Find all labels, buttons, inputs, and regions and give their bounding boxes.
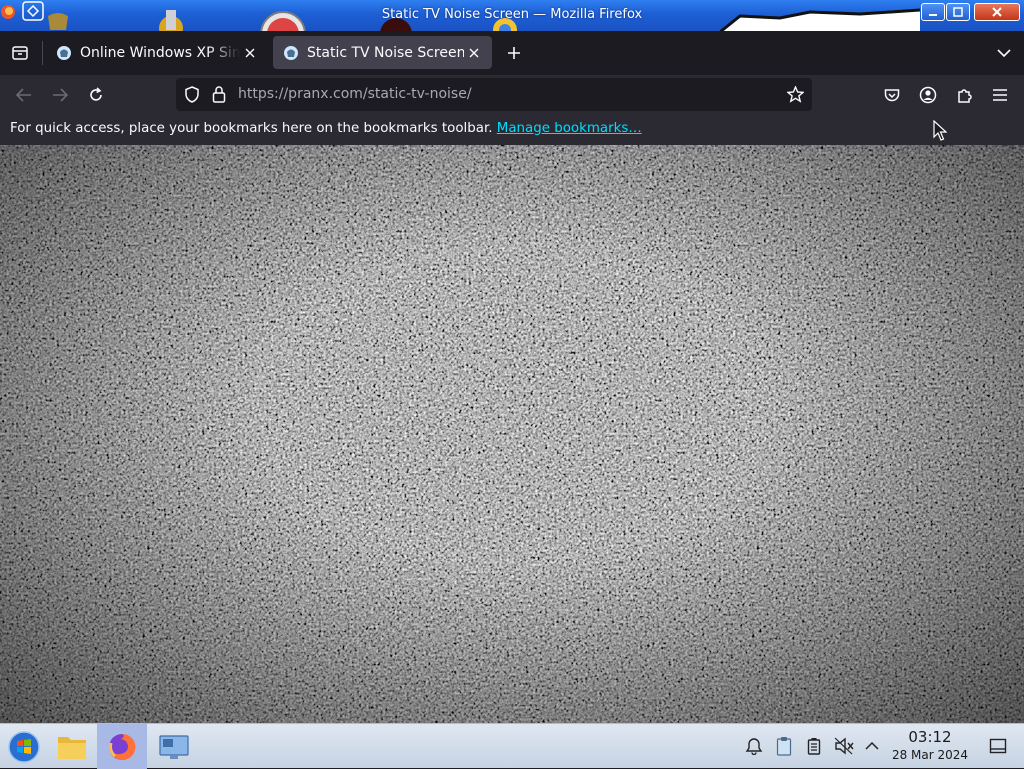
account-icon — [919, 86, 937, 104]
extensions-button[interactable] — [950, 81, 978, 109]
start-icon — [8, 730, 40, 763]
url-text[interactable]: https://pranx.com/static-tv-noise/ — [238, 86, 472, 102]
chevron-down-icon — [997, 49, 1011, 58]
taskbar-firefox[interactable] — [97, 724, 147, 769]
arrow-left-icon — [16, 88, 31, 102]
back-button[interactable] — [10, 81, 38, 109]
bookmarks-empty-message: For quick access, place your bookmarks h… — [10, 121, 642, 136]
show-desktop-button[interactable] — [988, 736, 1008, 756]
expand-tray-icon — [865, 741, 879, 750]
reload-button[interactable] — [82, 81, 110, 109]
battery-icon — [807, 738, 821, 755]
tab-online-windows-xp[interactable]: Online Windows XP Simu — [46, 36, 268, 69]
taskbar: 03:12 28 Mar 2024 — [0, 723, 1024, 769]
start-button[interactable] — [0, 724, 48, 769]
battery-tray-button[interactable] — [804, 736, 824, 756]
tab-label: Static TV Noise Screen — [307, 44, 464, 61]
clock-time[interactable]: 03:12 — [896, 728, 964, 746]
volume-tray-button[interactable] — [834, 736, 854, 756]
file-manager-icon — [58, 736, 86, 759]
maximize-button[interactable] — [946, 3, 970, 21]
plus-icon — [508, 47, 520, 59]
notifications-button[interactable] — [744, 736, 764, 756]
clipboard-icon — [776, 737, 792, 756]
manage-bookmarks-link[interactable]: Manage bookmarks… — [497, 121, 642, 136]
close-tab-button[interactable] — [464, 43, 484, 63]
show-desktop-icon — [989, 738, 1007, 754]
bookmarks-toolbar: For quick access, place your bookmarks h… — [0, 114, 1024, 145]
list-all-tabs-button[interactable] — [990, 39, 1018, 67]
bookmark-star-button[interactable] — [786, 85, 805, 107]
notifications-icon — [745, 738, 763, 755]
hamburger-menu-icon — [993, 89, 1007, 101]
minimize-button[interactable] — [921, 3, 945, 21]
tab-separator — [42, 41, 43, 65]
url-bar[interactable]: https://pranx.com/static-tv-noise/ — [176, 78, 812, 111]
firefox-view-icon — [12, 46, 28, 60]
close-tab-button[interactable] — [240, 43, 260, 63]
tab-strip: Online Windows XP Simu Static TV Noise S… — [0, 31, 1024, 75]
taskbar-file-manager[interactable] — [48, 724, 96, 769]
url-host: https://pranx.com — [238, 86, 363, 102]
forward-button[interactable] — [46, 81, 74, 109]
star-icon — [786, 85, 805, 103]
puzzle-icon — [957, 88, 972, 103]
clipboard-tray-button[interactable] — [774, 736, 794, 756]
firefox-icon — [109, 733, 136, 760]
account-button[interactable] — [914, 81, 942, 109]
pocket-button[interactable] — [878, 81, 906, 109]
taskbar-system-settings[interactable] — [150, 724, 198, 769]
close-icon — [469, 48, 479, 57]
app-menu-button[interactable] — [986, 81, 1014, 109]
new-tab-button[interactable] — [500, 39, 528, 67]
tab-label: Online Windows XP Simu — [80, 44, 240, 61]
clock-date[interactable]: 28 Mar 2024 — [886, 748, 974, 762]
url-path: /static-tv-noise/ — [362, 86, 472, 102]
firefox-view-button[interactable] — [6, 39, 34, 67]
navigation-toolbar: https://pranx.com/static-tv-noise/ — [0, 75, 1024, 114]
tracking-protection-icon[interactable] — [184, 86, 200, 107]
reload-icon — [90, 87, 102, 101]
tv-static-noise-image — [0, 145, 1024, 723]
bookmarks-hint-text: For quick access, place your bookmarks h… — [10, 121, 493, 136]
volume-muted-icon — [834, 737, 854, 755]
tab-static-tv-noise[interactable]: Static TV Noise Screen — [273, 36, 492, 69]
arrow-right-icon — [53, 88, 68, 102]
lock-icon[interactable] — [212, 85, 226, 107]
page-content[interactable] — [0, 145, 1024, 723]
pranx-favicon-icon — [57, 45, 71, 60]
pranx-favicon-icon — [284, 45, 298, 60]
close-window-button[interactable] — [974, 3, 1020, 21]
system-settings-icon — [159, 734, 189, 759]
mouse-cursor-icon — [933, 119, 948, 146]
window-title: Static TV Noise Screen — Mozilla Firefox — [381, 7, 643, 22]
expand-tray-button[interactable] — [862, 736, 882, 756]
close-icon — [245, 48, 255, 57]
window-titlebar[interactable]: Static TV Noise Screen — Mozilla Firefox — [0, 0, 1024, 31]
pocket-icon — [884, 88, 900, 101]
